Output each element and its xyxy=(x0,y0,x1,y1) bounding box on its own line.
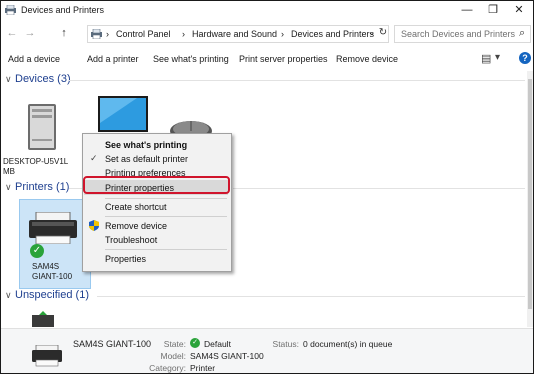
menu-properties[interactable]: Properties xyxy=(105,254,146,264)
group-divider xyxy=(69,80,525,81)
menu-troubleshoot[interactable]: Troubleshoot xyxy=(105,235,157,245)
admin-shield-icon xyxy=(89,220,99,231)
minimize-button[interactable]: — xyxy=(454,1,480,20)
printer-name-line1: SAM4S xyxy=(32,262,60,271)
breadcrumb-separator: › xyxy=(182,29,185,39)
remove-device-button[interactable]: Remove device xyxy=(336,54,398,64)
forward-button[interactable]: → xyxy=(23,25,37,41)
status-value: 0 document(s) in queue xyxy=(303,339,393,349)
breadcrumb-control-panel[interactable]: Control Panel xyxy=(116,29,171,39)
model-value: SAM4S GIANT-100 xyxy=(190,351,264,361)
highlight-annotation-box xyxy=(83,176,230,194)
unspecified-device-icon[interactable] xyxy=(31,311,55,327)
chevron-down-icon: ∨ xyxy=(5,74,12,84)
default-state-icon: ✓ xyxy=(190,338,200,348)
details-pane: SAM4S GIANT-100 State: ✓ Default Model: … xyxy=(1,328,533,373)
print-server-properties-button[interactable]: Print server properties xyxy=(239,54,328,64)
breadcrumb-separator: › xyxy=(106,29,109,39)
refresh-button[interactable]: ↻ xyxy=(376,25,390,41)
menu-set-as-default-printer[interactable]: Set as default printer xyxy=(105,154,188,164)
maximize-button[interactable]: ❐ xyxy=(480,1,506,20)
chevron-down-icon: ∨ xyxy=(5,290,12,300)
add-printer-button[interactable]: Add a printer xyxy=(87,54,139,64)
command-bar: Add a device Add a printer See what's pr… xyxy=(1,47,533,72)
search-placeholder: Search Devices and Printers xyxy=(401,29,516,39)
printer-context-menu: See what's printing ✓ Set as default pri… xyxy=(82,133,232,272)
checkmark-icon: ✓ xyxy=(90,153,98,163)
default-check-icon: ✓ xyxy=(30,244,44,258)
devices-group-header[interactable]: ∨ Devices (3) xyxy=(5,73,71,85)
back-button[interactable]: ← xyxy=(5,25,19,41)
device-desktop[interactable]: DESKTOP-U5V1L MB xyxy=(3,95,81,181)
menu-remove-device[interactable]: Remove device xyxy=(105,221,167,231)
help-icon[interactable]: ? xyxy=(519,52,531,64)
menu-separator xyxy=(105,216,227,217)
see-whats-printing-button[interactable]: See what's printing xyxy=(153,54,229,64)
add-device-button[interactable]: Add a device xyxy=(8,54,60,64)
printers-group-title: Printers (1) xyxy=(15,181,70,193)
printer-name-line2: GIANT-100 xyxy=(32,272,73,281)
address-dropdown-icon[interactable]: ⌄ xyxy=(368,27,376,38)
devices-and-printers-window: Devices and Printers — ❐ ✕ ← → ↑ › Contr… xyxy=(0,0,534,374)
menu-see-whats-printing[interactable]: See what's printing xyxy=(105,140,187,150)
device-list-pane: ∨ Devices (3) DESKTOP-U5V1L MB ∨ Printer… xyxy=(1,71,527,327)
printer-details-icon xyxy=(32,345,62,367)
vertical-scrollbar[interactable] xyxy=(527,71,533,327)
search-input[interactable]: Search Devices and Printers ⌕ xyxy=(394,25,531,43)
breadcrumb-devices-and-printers[interactable]: Devices and Printers xyxy=(291,29,374,39)
model-label: Model: xyxy=(160,351,186,361)
address-row: ← → ↑ › Control Panel › Hardware and Sou… xyxy=(1,21,533,45)
menu-separator xyxy=(105,198,227,199)
devices-group-title: Devices (3) xyxy=(15,73,71,85)
printer-sam4s-giant-100[interactable]: ✓ SAM4S GIANT-100 xyxy=(19,199,91,289)
desktop-label-line1: DESKTOP-U5V1L xyxy=(3,157,69,166)
desktop-tower-icon xyxy=(28,104,56,150)
details-device-name: SAM4S GIANT-100 xyxy=(73,339,152,349)
state-value: Default xyxy=(204,339,231,349)
view-dropdown-icon[interactable]: ▾ xyxy=(495,52,500,63)
state-label: State: xyxy=(163,339,186,349)
address-bar[interactable]: › Control Panel › Hardware and Sound › D… xyxy=(87,25,389,43)
close-button[interactable]: ✕ xyxy=(506,1,532,20)
printers-group-header[interactable]: ∨ Printers (1) xyxy=(5,181,69,193)
unspecified-group-title: Unspecified (1) xyxy=(15,289,89,301)
menu-create-shortcut[interactable]: Create shortcut xyxy=(105,202,167,212)
printer-icon xyxy=(29,212,77,244)
control-panel-icon xyxy=(91,29,102,39)
unspecified-group-header[interactable]: ∨ Unspecified (1) xyxy=(5,289,89,301)
change-view-icon[interactable]: ▤ xyxy=(481,52,491,65)
title-bar: Devices and Printers — ❐ ✕ xyxy=(1,1,533,20)
group-divider xyxy=(233,188,525,189)
category-label: Category: xyxy=(149,363,186,373)
status-label: Status: xyxy=(272,339,299,349)
up-button[interactable]: ↑ xyxy=(57,25,71,41)
group-divider xyxy=(97,296,525,297)
menu-separator xyxy=(105,249,227,250)
category-value: Printer xyxy=(190,363,216,373)
search-icon[interactable]: ⌕ xyxy=(519,27,525,40)
breadcrumb-hardware-and-sound[interactable]: Hardware and Sound xyxy=(192,29,277,39)
scrollbar-thumb[interactable] xyxy=(528,79,532,309)
devices-printers-app-icon xyxy=(5,5,16,15)
breadcrumb-separator: › xyxy=(281,29,284,39)
desktop-label-line2: MB xyxy=(3,167,15,176)
chevron-down-icon: ∨ xyxy=(5,182,12,192)
window-title: Devices and Printers xyxy=(21,5,105,15)
